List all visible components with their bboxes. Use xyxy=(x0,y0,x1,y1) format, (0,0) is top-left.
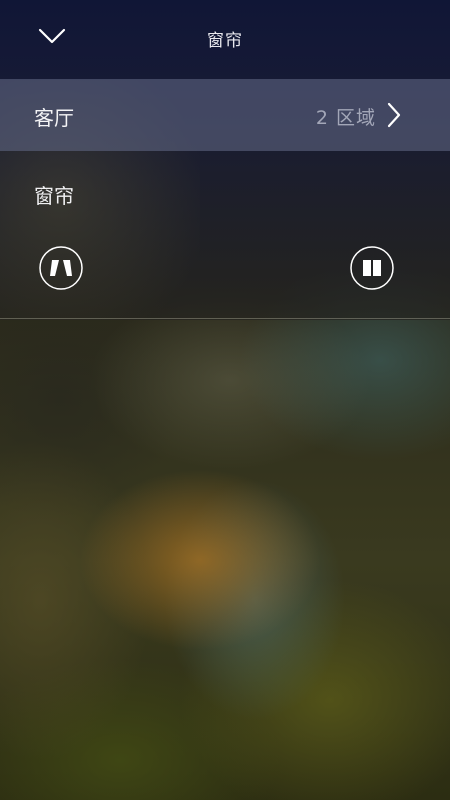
zone-count: 2 区域 xyxy=(315,107,376,129)
divider xyxy=(0,318,450,319)
page-title: 窗帘 xyxy=(207,31,243,51)
curtain-close-icon xyxy=(350,246,394,290)
header-bar: 窗帘 xyxy=(0,0,450,78)
curtain-open-button[interactable] xyxy=(39,246,83,290)
curtain-section-label: 窗帘 xyxy=(34,184,74,208)
curtain-open-icon xyxy=(39,246,83,290)
chevron-right-icon xyxy=(387,102,401,128)
zone-selector-row[interactable]: 客厅 2 区域 xyxy=(0,79,450,151)
curtain-close-button[interactable] xyxy=(350,246,394,290)
room-name: 客厅 xyxy=(34,106,74,130)
